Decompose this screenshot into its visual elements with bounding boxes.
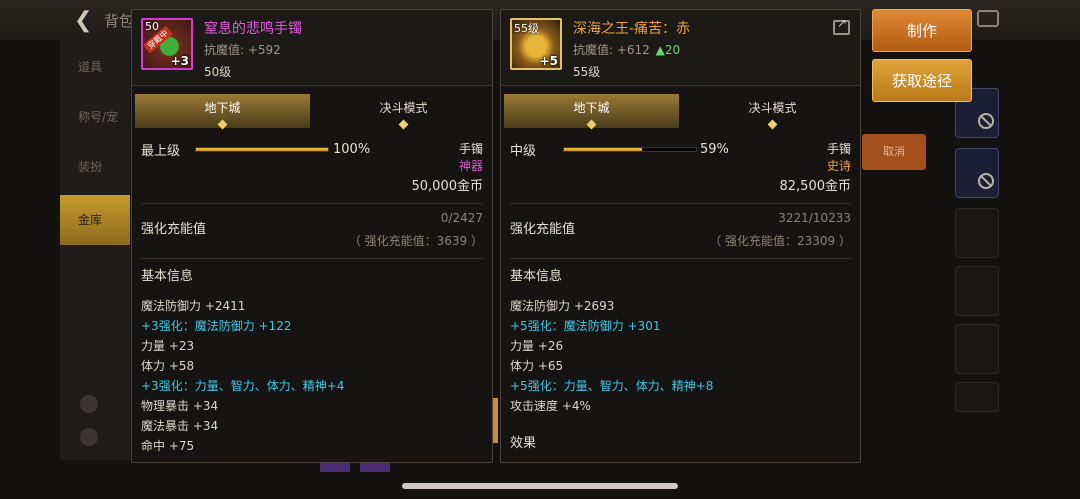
epic-bracelet-icon: 55级 +5 bbox=[510, 18, 562, 70]
item-stat: 抗魔值: +612 ▲20 bbox=[573, 41, 680, 58]
home-indicator[interactable] bbox=[402, 483, 678, 489]
ban-icon bbox=[978, 113, 994, 129]
side-tool-1[interactable] bbox=[80, 395, 104, 413]
tab-pvp[interactable]: 决斗模式 bbox=[685, 94, 860, 130]
attribute-line: 魔法防御力 +2693 bbox=[510, 299, 615, 313]
sidebar-item-avatar[interactable]: 装扮 bbox=[60, 158, 130, 175]
back-arrow-icon[interactable]: ❮ bbox=[74, 8, 92, 33]
side-tool-2[interactable] bbox=[80, 428, 104, 446]
divider bbox=[510, 258, 851, 259]
diamond-icon bbox=[398, 119, 409, 130]
enhance-value: 0/2427 bbox=[440, 211, 483, 225]
tab-label: 决斗模式 bbox=[748, 101, 797, 115]
item-price: 50,000金币 bbox=[411, 179, 484, 194]
inventory-slot[interactable] bbox=[955, 148, 999, 198]
attribute-line: +5强化：力量、智力、体力、精神+8 bbox=[510, 379, 714, 393]
icon-enhance-level: +3 bbox=[170, 54, 189, 68]
attribute-line: 魔法暴击 +34 bbox=[141, 419, 219, 433]
icon-level: 50 bbox=[145, 20, 159, 33]
grade-bar-fill bbox=[564, 148, 642, 151]
enhance-sub: （ 强化充能值：23309 ） bbox=[709, 234, 851, 248]
item-stat-value: 抗魔值: +612 bbox=[573, 43, 650, 57]
divider bbox=[510, 203, 851, 204]
mode-tabs: 地下城 决斗模式 bbox=[504, 94, 860, 130]
tab-dungeon[interactable]: 地下城 bbox=[135, 94, 310, 130]
item-slot: 手镯 bbox=[826, 142, 851, 156]
mode-tabs: 地下城 决斗模式 bbox=[135, 94, 491, 130]
inventory-slot[interactable] bbox=[955, 266, 999, 316]
legendary-bracelet-icon: 50 穿戴中 +3 bbox=[141, 18, 193, 70]
attribute-line: 力量 +26 bbox=[510, 339, 564, 353]
item-rarity: 神器 bbox=[458, 159, 483, 173]
attribute-line: +3强化：魔法防御力 +122 bbox=[141, 319, 292, 333]
enhance-label: 强化充能值 bbox=[510, 222, 576, 237]
grade-bar-fill bbox=[196, 148, 328, 151]
item-rarity: 史诗 bbox=[826, 159, 851, 173]
chat-icon[interactable] bbox=[977, 10, 999, 27]
grade-label: 最上级 bbox=[141, 144, 181, 159]
effects-title: 效果 bbox=[510, 436, 537, 451]
divider bbox=[141, 258, 483, 259]
item-level: 50级 bbox=[204, 65, 232, 79]
obtain-source-button[interactable]: 获取途径 bbox=[872, 59, 972, 102]
ban-icon bbox=[978, 173, 994, 189]
grade-bar bbox=[195, 147, 329, 152]
icon-level: 55级 bbox=[514, 22, 539, 35]
sidebar-item-title[interactable]: 称号/宠 bbox=[60, 108, 130, 125]
item-header: 55级 +5 深海之王-痛苦：赤 抗魔值: +612 ▲20 55级 bbox=[501, 10, 860, 86]
inventory-slot[interactable] bbox=[955, 324, 999, 374]
enhance-sub: （ 强化充能值：3639 ） bbox=[348, 234, 483, 248]
attribute-line: 体力 +65 bbox=[510, 359, 564, 373]
divider bbox=[141, 203, 483, 204]
grade-label: 中级 bbox=[510, 144, 537, 159]
attribute-line: +3强化：力量、智力、体力、精神+4 bbox=[141, 379, 345, 393]
item-slot: 手镯 bbox=[458, 142, 483, 156]
tool-icon bbox=[80, 428, 98, 446]
inventory-slot[interactable] bbox=[955, 208, 999, 258]
tab-dungeon[interactable]: 地下城 bbox=[504, 94, 679, 130]
grade-bar bbox=[563, 147, 697, 152]
diamond-icon bbox=[217, 119, 228, 130]
attribute-line: 力量 +23 bbox=[141, 339, 195, 353]
icon-enhance-level: +5 bbox=[539, 54, 558, 68]
stat-bonus: ▲20 bbox=[655, 43, 681, 57]
attribute-line: 魔法防御力 +2411 bbox=[141, 299, 246, 313]
tab-label: 决斗模式 bbox=[379, 101, 428, 115]
attribute-line: 命中 +75 bbox=[141, 439, 195, 453]
sidebar-item-vault[interactable]: 金库 bbox=[60, 195, 130, 245]
item-price: 82,500金币 bbox=[779, 179, 852, 194]
enhance-label: 强化充能值 bbox=[141, 222, 207, 237]
item-level: 55级 bbox=[573, 65, 601, 79]
basic-info-title: 基本信息 bbox=[141, 269, 194, 284]
diamond-icon bbox=[767, 119, 778, 130]
attribute-line: 攻击速度 +4% bbox=[510, 399, 591, 413]
attribute-line: 物理暴击 +34 bbox=[141, 399, 219, 413]
item-tooltip-equipped: 50 穿戴中 +3 窒息的悲鸣手镯 抗魔值: +592 50级 地下城 决斗模式… bbox=[131, 9, 493, 463]
item-header: 50 穿戴中 +3 窒息的悲鸣手镯 抗魔值: +592 50级 bbox=[132, 10, 492, 86]
attribute-line: 体力 +58 bbox=[141, 359, 195, 373]
item-name: 深海之王-痛苦：赤 bbox=[573, 21, 691, 37]
item-tooltip-compare: 55级 +5 深海之王-痛苦：赤 抗魔值: +612 ▲20 55级 地下城 决… bbox=[500, 9, 861, 463]
bg-title: 背包 bbox=[104, 12, 135, 30]
craft-button[interactable]: 制作 bbox=[872, 9, 972, 52]
tab-label: 地下城 bbox=[204, 101, 241, 115]
grade-percent: 59% bbox=[700, 142, 729, 157]
grade-percent: 100% bbox=[333, 142, 371, 157]
tool-icon bbox=[80, 395, 98, 413]
inventory-slot[interactable] bbox=[955, 382, 999, 412]
tab-label: 地下城 bbox=[573, 101, 610, 115]
sidebar-item-items[interactable]: 道具 bbox=[60, 58, 130, 75]
share-icon[interactable] bbox=[833, 16, 850, 35]
attribute-line: +5强化：魔法防御力 +301 bbox=[510, 319, 661, 333]
basic-info-title: 基本信息 bbox=[510, 269, 563, 284]
cancel-button[interactable]: 取消 bbox=[862, 134, 926, 170]
item-name: 窒息的悲鸣手镯 bbox=[204, 21, 302, 37]
item-stat: 抗魔值: +592 bbox=[204, 43, 281, 57]
tab-pvp[interactable]: 决斗模式 bbox=[316, 94, 491, 130]
diamond-icon bbox=[586, 119, 597, 130]
enhance-value: 3221/10233 bbox=[778, 211, 851, 225]
